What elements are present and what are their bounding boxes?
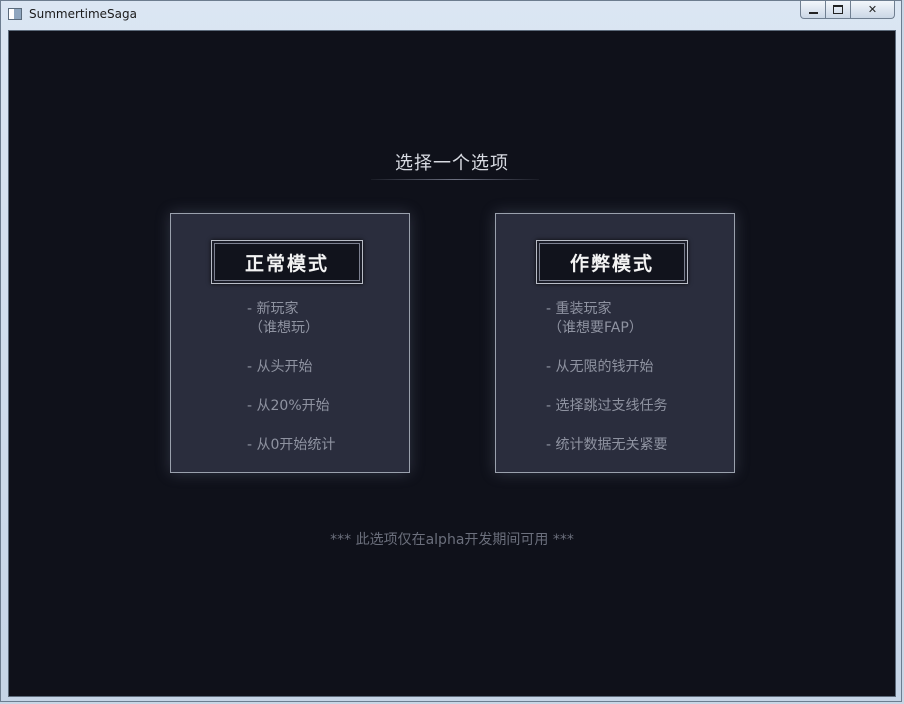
heading-divider <box>371 179 539 180</box>
feature-item: - 选择跳过支线任务 <box>546 397 668 416</box>
feature-item: - 从20%开始 <box>247 397 335 416</box>
window-title: SummertimeSaga <box>29 7 137 21</box>
feature-text: - 重装玩家 <box>546 301 612 317</box>
feature-text: - 新玩家 <box>247 301 299 317</box>
feature-item: - 从无限的钱开始 <box>546 358 668 377</box>
maximize-button[interactable] <box>826 1 851 19</box>
normal-mode-card: 正常模式 - 新玩家 （谁想玩） - 从头开始 - 从20%开始 - 从0开始统… <box>170 213 410 473</box>
feature-item: - 从头开始 <box>247 358 335 377</box>
minimize-icon <box>808 11 818 14</box>
normal-mode-features: - 新玩家 （谁想玩） - 从头开始 - 从20%开始 - 从0开始统计 <box>247 300 335 475</box>
minimize-button[interactable] <box>800 1 826 19</box>
game-screen: 选择一个选项 正常模式 - 新玩家 （谁想玩） - 从头开始 - 从20%开始 … <box>8 30 896 697</box>
screen-heading: 选择一个选项 <box>395 153 509 174</box>
cheat-mode-card: 作弊模式 - 重装玩家 （谁想要FAP） - 从无限的钱开始 - 选择跳过支线任… <box>495 213 735 473</box>
feature-text: - 从头开始 <box>247 359 313 375</box>
feature-text: - 从20%开始 <box>247 398 330 414</box>
close-icon: ✕ <box>867 3 878 16</box>
cheat-mode-button[interactable]: 作弊模式 <box>536 240 688 284</box>
feature-text: - 统计数据无关紧要 <box>546 437 668 453</box>
feature-subtext: （谁想玩） <box>249 320 319 336</box>
title-bar[interactable]: SummertimeSaga ✕ <box>1 1 901 29</box>
maximize-icon <box>833 5 843 14</box>
feature-item: - 新玩家 （谁想玩） <box>247 300 335 338</box>
normal-mode-button[interactable]: 正常模式 <box>211 240 363 284</box>
alpha-notice: *** 此选项仅在alpha开发期间可用 *** <box>330 532 574 548</box>
close-button[interactable]: ✕ <box>851 1 895 19</box>
feature-item: - 统计数据无关紧要 <box>546 436 668 455</box>
feature-text: - 选择跳过支线任务 <box>546 398 668 414</box>
feature-item: - 从0开始统计 <box>247 436 335 455</box>
feature-text: - 从0开始统计 <box>247 437 336 453</box>
feature-item: - 重装玩家 （谁想要FAP） <box>546 300 668 338</box>
app-window: SummertimeSaga ✕ 选择一个选项 正常模式 - 新玩家 （谁想玩） <box>0 0 902 702</box>
feature-text: - 从无限的钱开始 <box>546 359 654 375</box>
feature-subtext: （谁想要FAP） <box>548 320 643 336</box>
window-app-icon <box>8 8 22 20</box>
caption-buttons: ✕ <box>800 1 895 20</box>
cheat-mode-features: - 重装玩家 （谁想要FAP） - 从无限的钱开始 - 选择跳过支线任务 - 统… <box>546 300 668 475</box>
